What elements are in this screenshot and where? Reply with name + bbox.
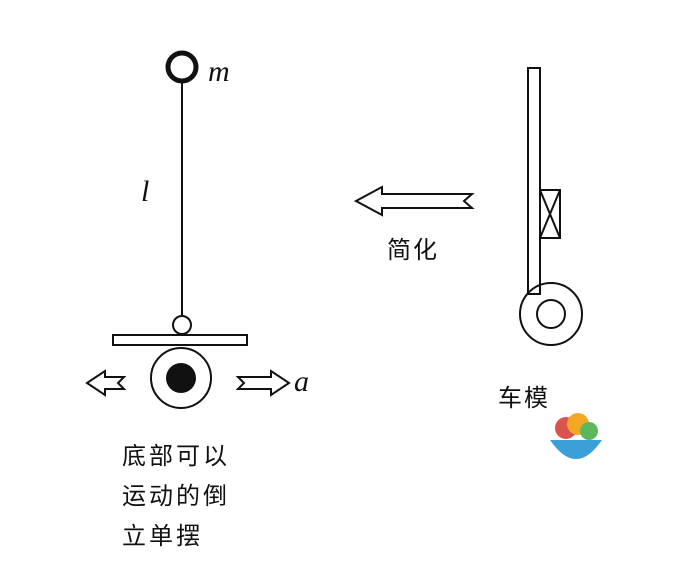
diagram-canvas: m l a 简化 车模 底部可以 运动的倒 立单摆	[0, 0, 685, 571]
mass-label: m	[208, 55, 230, 88]
caption-line-2: 运动的倒	[122, 482, 230, 510]
fruit-bowl-icon	[550, 413, 602, 459]
length-label: l	[141, 175, 150, 208]
car-model-label: 车模	[498, 384, 550, 412]
car-wheel-inner	[536, 299, 566, 329]
caption-line-1: 底部可以	[122, 442, 230, 470]
inverted-pendulum	[85, 50, 291, 409]
car-model-drawing	[519, 67, 583, 346]
move-left-arrow	[85, 369, 127, 397]
pivot-joint	[172, 315, 192, 335]
simplify-arrow	[353, 185, 475, 217]
acceleration-label: a	[294, 365, 309, 398]
cart-platform	[112, 334, 248, 346]
car-wheel-outer	[519, 282, 583, 346]
caption-line-3: 立单摆	[122, 522, 203, 550]
simplify-label: 简化	[387, 236, 439, 264]
pendulum-mass	[165, 50, 199, 84]
cart-wheel-hub	[166, 363, 196, 393]
move-right-arrow	[235, 369, 291, 397]
diagram-drawing	[85, 50, 602, 459]
caption: 底部可以 运动的倒 立单摆	[122, 436, 230, 556]
car-body-bar	[527, 67, 541, 295]
